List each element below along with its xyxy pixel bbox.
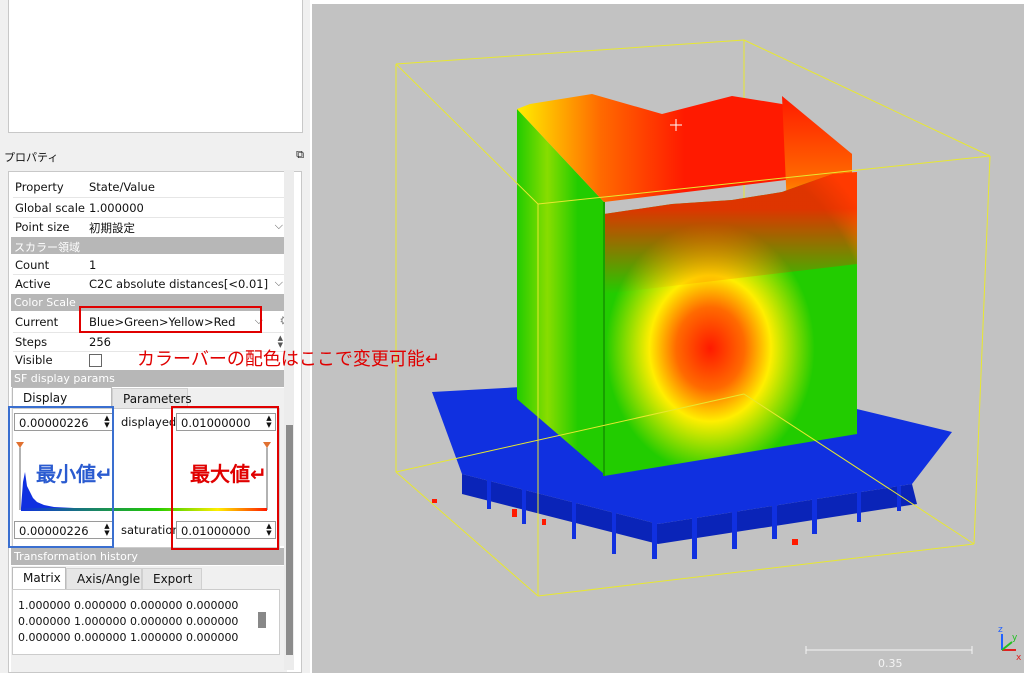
tab-axis-angle[interactable]: Axis/Angle [66,568,142,590]
row-global-scale: Global scale 1.000000 [13,199,289,218]
section-sf-display: SF display params [11,370,287,387]
visible-checkbox[interactable] [89,354,102,367]
global-scale-label: Global scale [15,201,85,215]
active-label: Active [15,277,51,291]
matrix-line: 1.000000 0.000000 0.000000 0.000000 [18,599,239,612]
row-count: Count 1 [13,256,289,275]
section-scalar-field: スカラー領域 [11,237,287,254]
3d-viewport[interactable]: 0.35 z y x [312,4,1024,673]
steps-label: Steps [15,335,48,349]
color-scale-annotation: カラーバーの配色はここで変更可能↵ [137,349,440,370]
properties-header: プロパティ ⧉ [0,146,310,166]
point-size-label: Point size [15,220,70,234]
db-tree-area[interactable] [8,0,303,133]
table-header-row: Property State/Value [13,178,289,197]
count-label: Count [15,258,50,272]
section-scalar-label: スカラー領域 [14,241,80,254]
chevron-down-icon[interactable]: ⌵ [275,276,283,290]
properties-scrollbar-thumb[interactable] [286,425,293,655]
point-size-value[interactable]: 初期設定 [89,220,135,236]
axis-z-label: z [998,625,1003,635]
tab-matrix[interactable]: Matrix [12,567,66,589]
color-scale-highlight-box [79,306,262,333]
visible-label: Visible [15,353,53,367]
row-point-size[interactable]: Point size 初期設定 ⌵ [13,218,289,237]
current-label: Current [15,315,59,329]
header-value: State/Value [89,180,155,194]
row-active[interactable]: Active C2C absolute distances[<0.01] ⌵ [13,275,289,294]
steps-value[interactable]: 256 [89,335,111,349]
float-panel-icon[interactable]: ⧉ [296,148,304,162]
displayed-label: displayed [121,415,177,429]
left-panel: プロパティ ⧉ Property State/Value Global scal… [0,0,310,673]
section-sf-label: SF display params [14,372,115,385]
matrix-scrollbar-thumb[interactable] [258,612,266,628]
global-scale-value[interactable]: 1.000000 [89,201,144,215]
tab-export[interactable]: Export [142,568,202,590]
section-color-label: Color Scale [14,296,76,309]
axis-x-label: x [1016,653,1022,663]
matrix-line: 0.000000 0.000000 1.000000 0.000000 [18,631,239,644]
section-trans-label: Transformation history [14,550,138,563]
active-value[interactable]: C2C absolute distances[<0.01] [89,277,268,291]
point-cloud-render[interactable]: 0.35 z y x [312,4,1024,673]
max-value-annotation: 最大値↵ [190,462,267,486]
chevron-down-icon[interactable]: ⌵ [275,219,283,233]
section-transformation: Transformation history [11,548,287,565]
header-property: Property [15,180,64,194]
properties-title: プロパティ [4,151,59,164]
axis-y-label: y [1012,633,1018,643]
min-value-annotation: 最小値↵ [36,462,113,486]
matrix-text[interactable]: 1.000000 0.000000 0.000000 0.000000 0.00… [18,598,258,648]
scale-label: 0.35 [878,657,903,670]
axis-triad-icon: z y x [998,625,1022,663]
count-value: 1 [89,258,97,272]
matrix-line: 0.000000 1.000000 0.000000 0.000000 [18,615,239,628]
